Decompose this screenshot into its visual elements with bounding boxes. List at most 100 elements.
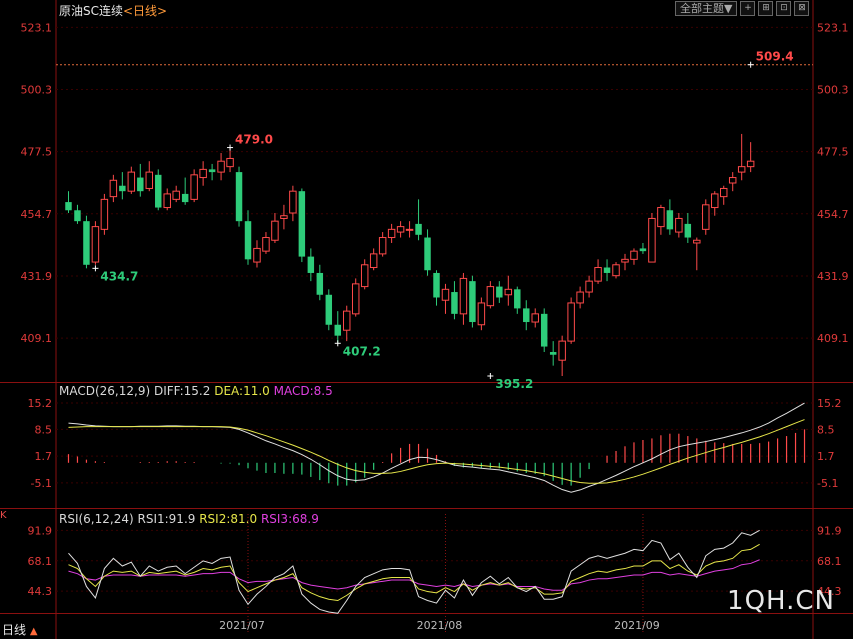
watermark-logo: 1QH.CN bbox=[727, 586, 835, 616]
y-tick-right-2-1: 68.1 bbox=[817, 555, 842, 568]
y-tick-left-0-3: 477.5 bbox=[21, 146, 53, 159]
restore-button[interactable]: ⊡ bbox=[776, 1, 792, 16]
candle-8 bbox=[137, 177, 144, 192]
candle-66 bbox=[657, 207, 665, 228]
candle-30 bbox=[334, 324, 341, 336]
candle-47 bbox=[486, 286, 495, 307]
y-tick-right-1-1: 1.7 bbox=[817, 450, 835, 463]
rsi3-line bbox=[68, 559, 760, 591]
rsi3-value: RSI3:68.9 bbox=[260, 512, 319, 526]
candle-34 bbox=[369, 253, 378, 269]
candle-62 bbox=[621, 258, 629, 263]
candle-65 bbox=[648, 217, 656, 263]
candle-76 bbox=[746, 160, 755, 168]
theme-dropdown[interactable]: 全部主题▼ bbox=[675, 1, 738, 16]
rsi1-value: RSI1:91.9 bbox=[137, 512, 196, 526]
candle-33 bbox=[360, 264, 369, 288]
candle-24 bbox=[280, 215, 288, 219]
macd-diff-line bbox=[68, 402, 805, 493]
candle-35 bbox=[378, 237, 387, 255]
rsi-params: RSI(6,12,24) bbox=[59, 512, 134, 526]
close-button[interactable]: ⊠ bbox=[794, 1, 810, 16]
candle-23 bbox=[271, 220, 279, 241]
annotation-label-1: 434.7 bbox=[100, 269, 138, 283]
candle-36 bbox=[387, 228, 396, 239]
macd-macd-value: MACD:8.5 bbox=[273, 384, 333, 398]
macd-header: MACD(26,12,9) DIFF:15.2 DEA:11.0 MACD:8.… bbox=[59, 384, 333, 398]
y-tick-left-2-0: 44.3 bbox=[28, 585, 53, 598]
y-tick-left-2-2: 91.9 bbox=[28, 524, 53, 537]
y-tick-right-1-2: 8.5 bbox=[817, 423, 835, 436]
candle-59 bbox=[594, 267, 602, 282]
period-switch-button[interactable]: 日线 ▲ bbox=[2, 621, 38, 638]
candle-6 bbox=[119, 185, 126, 192]
candle-57 bbox=[576, 291, 584, 304]
candle-46 bbox=[477, 302, 486, 326]
y-tick-left-1-1: 1.7 bbox=[35, 450, 53, 463]
candle-54 bbox=[549, 352, 557, 355]
candle-73 bbox=[719, 187, 728, 198]
candle-39 bbox=[415, 223, 422, 235]
candle-15 bbox=[199, 168, 207, 179]
candle-12 bbox=[172, 190, 180, 200]
x-tick-2: 2021/09 bbox=[614, 619, 660, 632]
candle-49 bbox=[504, 288, 513, 296]
rsi-header: RSI(6,12,24) RSI1:91.9 RSI2:81.0 RSI3:68… bbox=[59, 512, 319, 526]
candle-51 bbox=[523, 308, 530, 323]
side-marker: K bbox=[0, 510, 7, 521]
y-tick-left-0-0: 409.1 bbox=[21, 332, 53, 345]
crosshair-button[interactable]: + bbox=[740, 1, 756, 16]
candle-53 bbox=[540, 313, 548, 347]
candle-22 bbox=[262, 237, 270, 252]
y-tick-left-1-3: 15.2 bbox=[28, 397, 53, 410]
candle-4 bbox=[100, 198, 109, 230]
candle-10 bbox=[155, 174, 162, 208]
candle-29 bbox=[325, 294, 333, 325]
candle-45 bbox=[469, 281, 476, 323]
layout-button[interactable]: ⊞ bbox=[758, 1, 774, 16]
period-switch-label: 日线 bbox=[2, 623, 27, 637]
y-tick-left-2-1: 68.1 bbox=[28, 555, 53, 568]
candle-31 bbox=[343, 310, 351, 331]
candle-41 bbox=[433, 272, 440, 298]
period-label[interactable]: <日线> bbox=[123, 4, 167, 18]
annotation-label-3: 395.2 bbox=[495, 377, 533, 391]
rsi2-value: RSI2:81.0 bbox=[199, 512, 258, 526]
kline-chart[interactable]: 409.1 409.1 431.9 431.9 454.7 454.7 477.5 477.5… bbox=[0, 0, 853, 639]
candle-11 bbox=[163, 193, 171, 209]
y-tick-right-0-1: 431.9 bbox=[817, 270, 849, 283]
candle-2 bbox=[83, 221, 90, 265]
instrument-name: 原油SC连续 bbox=[59, 4, 123, 18]
caret-up-icon: ▲ bbox=[29, 626, 38, 637]
candle-3 bbox=[91, 226, 100, 263]
x-tick-1: 2021/08 bbox=[417, 619, 463, 632]
candle-48 bbox=[496, 286, 503, 298]
candle-9 bbox=[145, 171, 154, 189]
candle-40 bbox=[424, 237, 431, 271]
chart-title: 原油SC连续<日线> bbox=[59, 2, 167, 19]
candle-44 bbox=[459, 277, 468, 315]
candle-21 bbox=[253, 247, 261, 263]
y-tick-right-1-3: 15.2 bbox=[817, 397, 842, 410]
candle-26 bbox=[298, 191, 306, 257]
macd-dea-value: DEA:11.0 bbox=[214, 384, 270, 398]
candle-27 bbox=[307, 256, 315, 273]
y-tick-left-1-2: 8.5 bbox=[35, 423, 53, 436]
candle-74 bbox=[728, 177, 737, 184]
candle-71 bbox=[702, 204, 710, 230]
y-tick-right-0-4: 500.3 bbox=[817, 84, 849, 97]
candle-32 bbox=[351, 283, 360, 315]
candle-43 bbox=[451, 292, 458, 314]
candle-63 bbox=[630, 250, 638, 260]
candle-18 bbox=[226, 157, 234, 168]
y-tick-right-1-0: -5.1 bbox=[817, 477, 838, 490]
candle-42 bbox=[441, 288, 450, 301]
annotation-label-2: 407.2 bbox=[343, 344, 381, 358]
y-tick-left-0-5: 523.1 bbox=[21, 21, 53, 34]
candle-16 bbox=[208, 169, 216, 173]
candle-0 bbox=[65, 202, 72, 211]
candle-20 bbox=[244, 221, 252, 260]
candle-56 bbox=[567, 302, 575, 342]
candle-5 bbox=[109, 179, 118, 198]
candle-28 bbox=[316, 272, 324, 295]
